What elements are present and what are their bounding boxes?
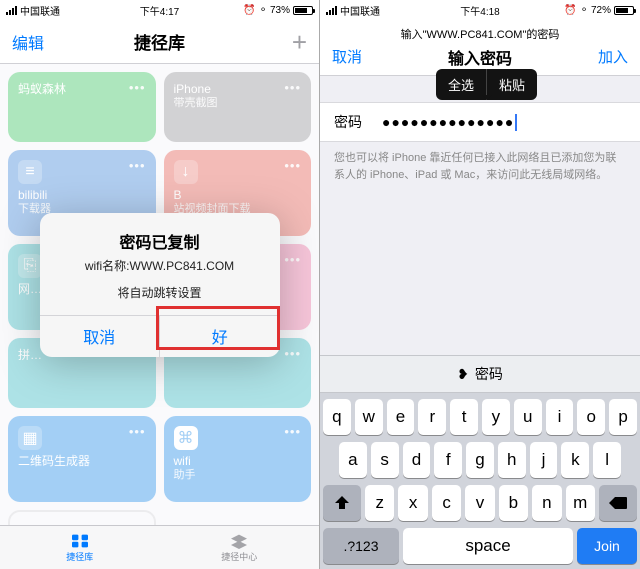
highlight-ok	[156, 306, 280, 350]
grid-icon	[70, 533, 90, 549]
key-j[interactable]: j	[530, 442, 558, 478]
key-e[interactable]: e	[387, 399, 415, 435]
key-n[interactable]: n	[532, 485, 561, 521]
key-o[interactable]: o	[577, 399, 605, 435]
quicktype-bar[interactable]: ❥密码	[320, 355, 640, 393]
key-f[interactable]: f	[434, 442, 462, 478]
stack-icon	[229, 533, 249, 549]
key-m[interactable]: m	[566, 485, 595, 521]
kb-row-1: q w e r t y u i o p	[323, 399, 637, 435]
network-prompt: 输入"WWW.PC841.COM"的密码	[320, 26, 640, 42]
password-value: ●●●●●●●●●●●●●●	[382, 114, 514, 130]
library-header: 编辑 捷径库 +	[0, 20, 319, 64]
tab-gallery[interactable]: 捷径中心	[160, 526, 320, 569]
tab-bar: 捷径库 捷径中心	[0, 525, 319, 569]
key-v[interactable]: v	[465, 485, 494, 521]
key-r[interactable]: r	[418, 399, 446, 435]
key-k[interactable]: k	[561, 442, 589, 478]
status-bar: 中国联通 下午4:17 ⏰⚬ 73%	[0, 0, 319, 20]
keyboard: q w e r t y u i o p a s d f g h j k l	[320, 393, 640, 569]
alert-title: 密码已复制	[54, 229, 266, 253]
phone-wifi-password: 中国联通 下午4:18 ⏰⚬ 72% 输入"WWW.PC841.COM"的密码 …	[320, 0, 640, 569]
key-space[interactable]: space	[403, 528, 573, 564]
key-q[interactable]: q	[323, 399, 351, 435]
alert-message: 将自动跳转设置	[54, 284, 266, 301]
key-h[interactable]: h	[498, 442, 526, 478]
paste-button[interactable]: 粘贴	[487, 69, 537, 100]
battery-icon	[614, 6, 634, 15]
status-time: 下午4:17	[0, 3, 319, 18]
wifi-join-header: 输入"WWW.PC841.COM"的密码 取消 输入密码 加入	[320, 20, 640, 76]
sheet-title: 输入密码	[320, 45, 640, 69]
key-shift[interactable]	[323, 485, 361, 521]
battery-icon	[293, 6, 313, 15]
edit-menu-popover: 全选 粘贴	[436, 69, 537, 100]
key-i[interactable]: i	[546, 399, 574, 435]
tab-library[interactable]: 捷径库	[0, 526, 160, 569]
key-u[interactable]: u	[514, 399, 542, 435]
text-cursor	[515, 114, 517, 131]
alert-subtitle: wifi名称:WWW.PC841.COM	[54, 257, 266, 274]
key-x[interactable]: x	[398, 485, 427, 521]
password-field-row[interactable]: 全选 粘贴 密码 ●●●●●●●●●●●●●●	[320, 102, 640, 142]
key-l[interactable]: l	[593, 442, 621, 478]
key-a[interactable]: a	[339, 442, 367, 478]
key-g[interactable]: g	[466, 442, 494, 478]
phone-shortcuts: 中国联通 下午4:17 ⏰⚬ 73% 编辑 捷径库 + •••蚂蚁森林 •••i…	[0, 0, 320, 569]
kb-row-2: a s d f g h j k l	[323, 442, 637, 478]
sharing-hint: 您也可以将 iPhone 靠近任何已接入此网络且已添加您为联系人的 iPhone…	[320, 142, 640, 191]
kb-row-4: .?123 space Join	[323, 528, 637, 564]
key-s[interactable]: s	[371, 442, 399, 478]
key-y[interactable]: y	[482, 399, 510, 435]
key-icon: ❥	[457, 366, 469, 383]
key-join[interactable]: Join	[577, 528, 637, 564]
key-c[interactable]: c	[432, 485, 461, 521]
page-title: 捷径库	[0, 29, 319, 54]
key-backspace[interactable]	[599, 485, 637, 521]
alert-cancel-button[interactable]: 取消	[40, 316, 161, 357]
key-w[interactable]: w	[355, 399, 383, 435]
key-p[interactable]: p	[609, 399, 637, 435]
key-z[interactable]: z	[365, 485, 394, 521]
key-b[interactable]: b	[499, 485, 528, 521]
key-t[interactable]: t	[450, 399, 478, 435]
status-bar: 中国联通 下午4:18 ⏰⚬ 72%	[320, 0, 640, 20]
password-label: 密码	[334, 112, 382, 132]
status-time: 下午4:18	[320, 3, 640, 18]
key-numbers[interactable]: .?123	[323, 528, 399, 564]
key-d[interactable]: d	[403, 442, 431, 478]
select-all-button[interactable]: 全选	[436, 69, 487, 100]
kb-row-3: z x c v b n m	[323, 485, 637, 521]
